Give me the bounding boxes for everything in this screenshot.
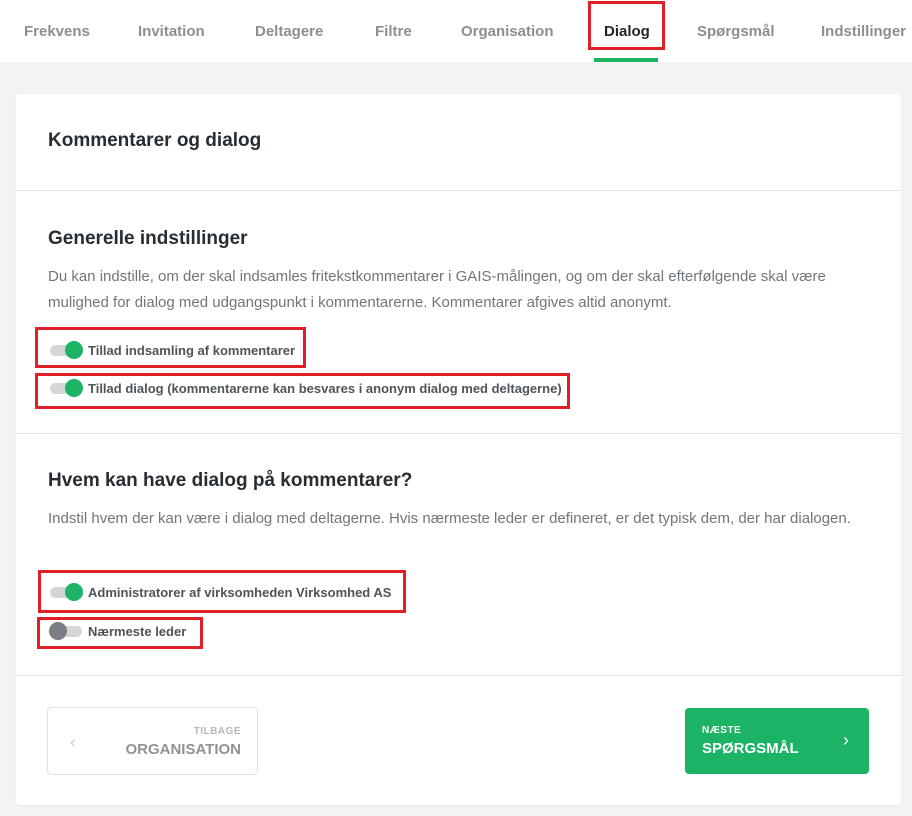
toggle-switch-administrators[interactable] — [50, 582, 83, 602]
tab-dialog[interactable]: Dialog — [604, 0, 650, 62]
toggle-switch-nearest-manager[interactable] — [49, 621, 82, 641]
tab-frekvens[interactable]: Frekvens — [24, 0, 90, 62]
divider — [16, 675, 901, 676]
toggle-knob — [65, 583, 83, 601]
toggle-label-nearest-manager: Nærmeste leder — [88, 623, 187, 639]
divider — [16, 190, 901, 191]
chevron-left-icon: ‹ — [70, 732, 76, 752]
back-button[interactable]: ‹ TILBAGE ORGANISATION — [47, 707, 258, 775]
general-settings-description: Du kan indstille, om der skal indsamles … — [48, 268, 826, 311]
settings-card: Kommentarer og dialog Generelle indstill… — [16, 94, 901, 805]
toggle-knob — [49, 622, 67, 640]
tab-organisation[interactable]: Organisation — [461, 0, 554, 62]
top-navigation: Frekvens Invitation Deltagere Filtre Org… — [0, 0, 912, 62]
next-button[interactable]: NÆSTE SPØRGSMÅL › — [685, 708, 869, 774]
back-button-label: ORGANISATION — [125, 741, 241, 758]
toggle-knob — [65, 341, 83, 359]
tab-deltagere[interactable]: Deltagere — [255, 0, 323, 62]
toggle-row-allow-dialog[interactable]: Tillad dialog (kommentarerne kan besvare… — [50, 378, 562, 398]
toggle-row-administrators[interactable]: Administratorer af virksomheden Virksomh… — [50, 582, 391, 602]
toggle-switch-allow-dialog[interactable] — [50, 378, 83, 398]
toggle-label-administrators: Administratorer af virksomheden Virksomh… — [88, 584, 392, 600]
tab-indstillinger[interactable]: Indstillinger — [821, 0, 906, 62]
toggle-row-nearest-manager[interactable]: Nærmeste leder — [49, 621, 187, 641]
who-can-dialog-description: Indstil hvem der kan være i dialog med d… — [48, 510, 851, 527]
toggle-knob — [65, 379, 83, 397]
divider — [16, 433, 901, 434]
active-tab-indicator — [594, 58, 658, 62]
tab-sporgsmal[interactable]: Spørgsmål — [697, 0, 775, 62]
toggle-label-allow-dialog: Tillad dialog (kommentarerne kan besvare… — [88, 380, 562, 396]
toggle-row-collect-comments[interactable]: Tillad indsamling af kommentarer — [50, 340, 295, 360]
back-button-caption: TILBAGE — [193, 726, 241, 737]
chevron-right-icon: › — [843, 730, 849, 750]
toggle-switch-collect-comments[interactable] — [50, 340, 83, 360]
next-button-caption: NÆSTE — [702, 725, 742, 736]
who-can-dialog-title: Hvem kan have dialog på kommentarer? — [48, 470, 413, 491]
tab-filtre[interactable]: Filtre — [375, 0, 412, 62]
next-button-label: SPØRGSMÅL — [702, 740, 799, 757]
general-settings-title: Generelle indstillinger — [48, 228, 248, 249]
tab-invitation[interactable]: Invitation — [138, 0, 205, 62]
toggle-label-collect-comments: Tillad indsamling af kommentarer — [88, 342, 296, 358]
card-title: Kommentarer og dialog — [48, 130, 262, 151]
